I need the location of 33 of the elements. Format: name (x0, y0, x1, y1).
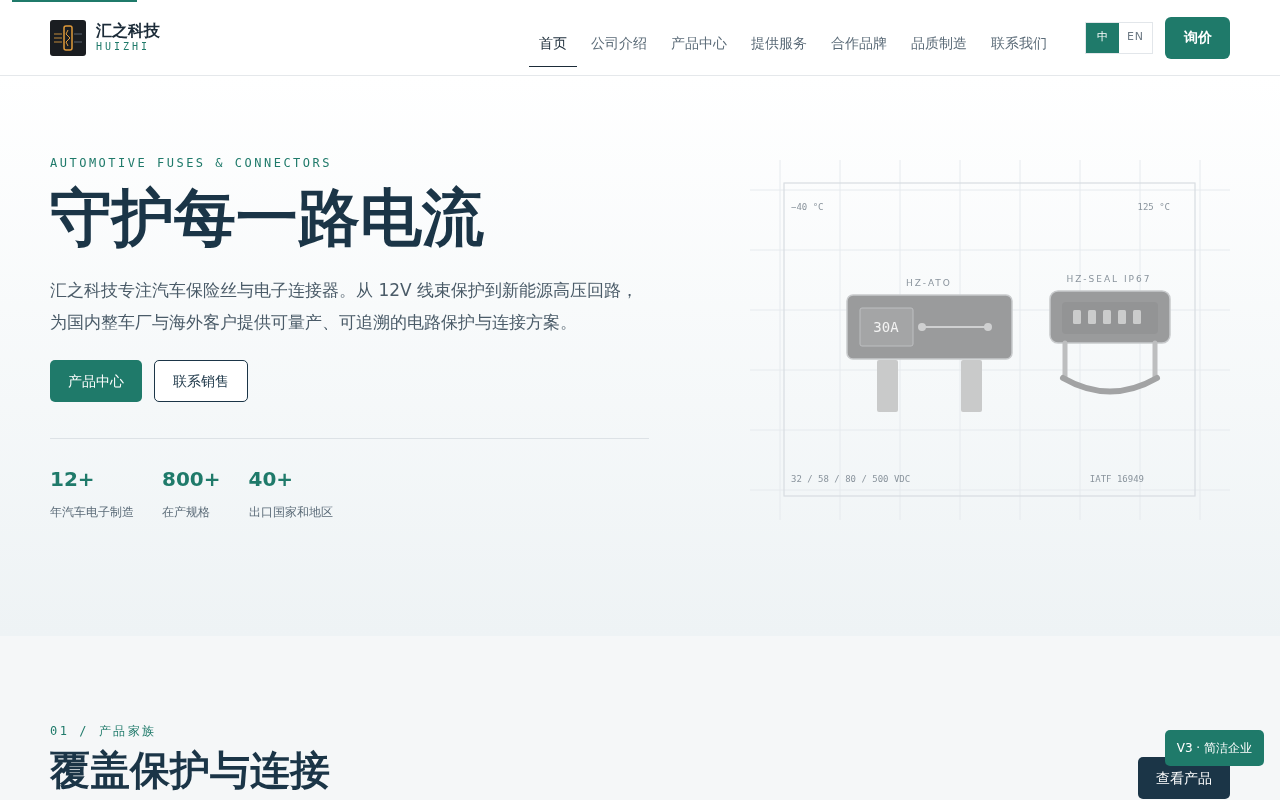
stat-value: 12+ (50, 467, 96, 491)
fuse-rating: 30A (873, 319, 899, 335)
connector-label: HZ-SEAL IP67 (1066, 274, 1152, 284)
voltage-label: 32 / 58 / 80 / 500 VDC (791, 474, 911, 484)
nav-link[interactable]: 首页 (529, 20, 577, 67)
nav-link[interactable]: 产品中心 (661, 20, 737, 67)
nav-link[interactable]: 品质制造 (901, 20, 977, 67)
hero-title: 守护每一路电流 (50, 180, 485, 256)
stat-value: 800+ (162, 467, 221, 491)
language-option[interactable]: 中 (1086, 22, 1119, 53)
version-toast: V3 · 简洁企业 (1164, 730, 1264, 766)
hero-eyebrow: AUTOMOTIVE FUSES & CONNECTORS (50, 155, 333, 172)
fuse-label: HZ-ATO (906, 278, 952, 288)
temperature-label: −40 °C (791, 202, 824, 212)
stat-value: 40+ (248, 467, 295, 491)
section-eyebrow: 01 / 产品家族 (50, 723, 158, 740)
brand-subtitle: HUIZHI (96, 42, 152, 52)
section-title: 覆盖保护与连接 (50, 746, 330, 794)
nav-link[interactable]: 公司介绍 (581, 20, 657, 67)
temperature-label: 125 °C (1137, 202, 1170, 212)
inquiry-button[interactable]: 询价 (1165, 16, 1230, 59)
fuse-logo-icon (50, 19, 86, 56)
stat-label: 在产规格 (162, 504, 211, 521)
nav-link[interactable]: 提供服务 (741, 20, 817, 67)
contact-button[interactable]: 联系销售 (154, 360, 248, 402)
hero-description: 汇之科技专注汽车保险丝与电子连接器。从 12V 线束保护到新能源高压回路，为国内整车厂与海外客户提供可量产、可追溯的电路保护与连接方案。 (50, 279, 640, 334)
stat-label: 出口国家和地区 (248, 504, 333, 521)
nav-link[interactable]: 联系我们 (981, 20, 1057, 67)
stat-label: 年汽车电子制造 (50, 504, 134, 521)
nav-link[interactable]: 合作品牌 (821, 20, 897, 67)
certification-label: IATF 16949 (1089, 474, 1144, 484)
brand-name: 汇之科技 (96, 23, 160, 39)
products-button[interactable]: 产品中心 (50, 360, 142, 402)
